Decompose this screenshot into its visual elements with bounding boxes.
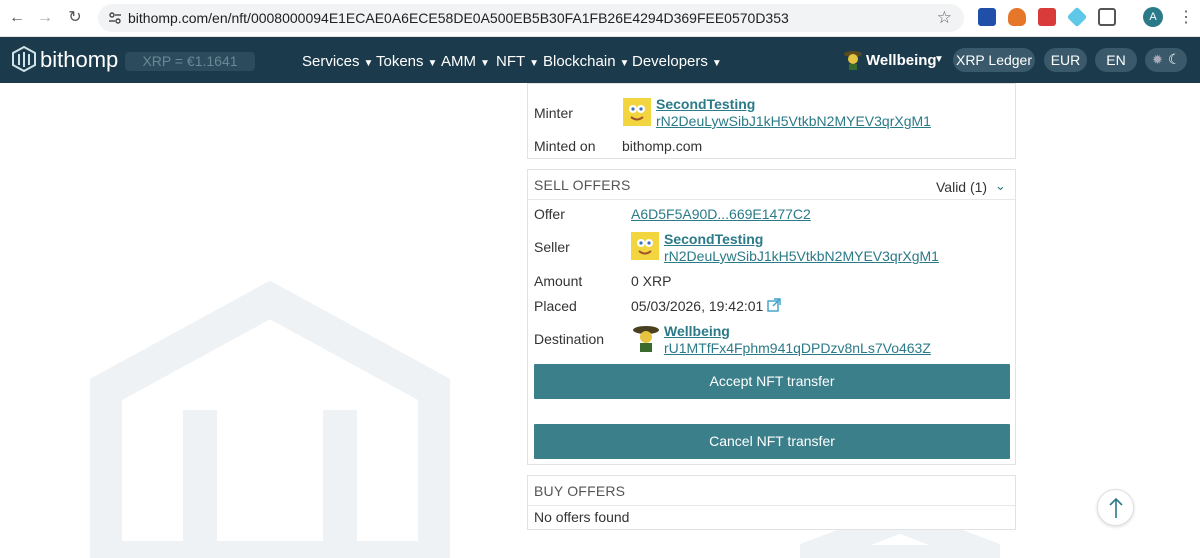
background-logo-watermark: [90, 280, 450, 558]
network-selector[interactable]: XRP Ledger: [953, 48, 1035, 72]
destination-label: Destination: [534, 331, 605, 347]
menu-label: Services: [302, 53, 360, 70]
seller-name-link[interactable]: SecondTesting: [664, 231, 763, 247]
menu-label: AMM: [441, 53, 476, 70]
extension-icon[interactable]: [1038, 8, 1056, 26]
destination-name-link[interactable]: Wellbeing: [664, 323, 730, 339]
bookmark-star-icon[interactable]: ☆: [937, 8, 952, 28]
profile-avatar[interactable]: A: [1143, 7, 1163, 27]
minter-label: Minter: [534, 105, 573, 121]
menu-tokens[interactable]: Tokens ▼: [376, 53, 437, 70]
back-icon[interactable]: ←: [8, 9, 26, 27]
external-link-icon[interactable]: [767, 298, 781, 312]
minted-on-value: bithomp.com: [622, 138, 703, 154]
reload-icon[interactable]: ↻: [66, 9, 84, 27]
offer-id-link[interactable]: A6D5F5A90D...669E1477C2: [631, 206, 811, 222]
offer-filter-label[interactable]: Valid (1): [936, 179, 987, 195]
menu-services[interactable]: Services ▼: [302, 53, 373, 70]
user-avatar: [844, 51, 862, 70]
placed-value: 05/03/2026, 19:42:01: [631, 298, 764, 314]
nft-details-card: Minter SecondTesting rN2DeuLywSibJ1kH5Vt…: [527, 83, 1016, 159]
menu-amm[interactable]: AMM ▼: [441, 53, 490, 70]
destination-avatar: [633, 326, 659, 352]
buy-offers-card: BUY OFFERS No offers found: [527, 475, 1016, 530]
sell-offers-title: SELL OFFERS: [534, 177, 631, 193]
currency-selector[interactable]: EUR: [1044, 48, 1087, 72]
minted-on-label: Minted on: [534, 138, 596, 154]
theme-toggle[interactable]: ✹ ☾: [1145, 48, 1187, 72]
sun-icon: ✹: [1152, 52, 1163, 67]
destination-address-link[interactable]: rU1MTfFx4Fphm941qDPDzv8nLs7Vo463Z: [664, 340, 931, 356]
amount-label: Amount: [534, 273, 583, 289]
cancel-nft-transfer-button[interactable]: Cancel NFT transfer: [534, 424, 1010, 459]
url-text: bithomp.com/en/nft/0008000094E1ECAE0A6EC…: [128, 10, 789, 26]
sell-offers-header: SELL OFFERS Valid (1) ⌄: [528, 170, 1015, 200]
metamask-extension-icon[interactable]: [1008, 8, 1026, 26]
forward-icon[interactable]: →: [36, 9, 54, 27]
logo-text[interactable]: bithomp: [40, 47, 118, 73]
bithomp-logo-icon[interactable]: [10, 45, 38, 73]
menu-nft[interactable]: NFT ▼: [496, 53, 539, 70]
site-settings-icon[interactable]: [108, 11, 122, 25]
no-offers-text: No offers found: [534, 509, 630, 525]
site-header: bithomp XRP = €1.1641 Services ▼ Tokens ▼ …: [0, 37, 1200, 83]
menu-label: Tokens: [376, 53, 424, 70]
menu-developers[interactable]: Developers ▼: [632, 53, 722, 70]
chevron-down-icon: ▼: [529, 58, 540, 69]
accept-nft-transfer-button[interactable]: Accept NFT transfer: [534, 364, 1010, 399]
sell-offers-card: SELL OFFERS Valid (1) ⌄ Offer A6D5F5A90D…: [527, 169, 1016, 465]
seller-address-link[interactable]: rN2DeuLywSibJ1kH5VtkbN2MYEV3qrXgM1: [664, 248, 939, 264]
chevron-down-icon[interactable]: ⌄: [995, 178, 1006, 194]
gem-extension-icon[interactable]: [1066, 6, 1088, 28]
address-bar[interactable]: bithomp.com/en/nft/0008000094E1ECAE0A6EC…: [98, 4, 964, 32]
chevron-down-icon: ▼: [934, 54, 944, 65]
chevron-down-icon: ▼: [711, 58, 722, 69]
menu-label: Developers: [632, 53, 708, 70]
menu-blockchain[interactable]: Blockchain ▼: [543, 53, 629, 70]
browser-toolbar: ← → ↻ bithomp.com/en/nft/0008000094E1ECA…: [0, 0, 1200, 37]
placed-label: Placed: [534, 298, 577, 314]
seller-label: Seller: [534, 239, 570, 255]
extensions-puzzle-icon[interactable]: [1098, 8, 1116, 26]
buy-offers-header: BUY OFFERS: [528, 476, 1015, 506]
language-selector[interactable]: EN: [1095, 48, 1137, 72]
xrp-price: XRP = €1.1641: [125, 52, 255, 71]
extension-icon[interactable]: [978, 8, 996, 26]
seller-avatar: [631, 232, 659, 260]
chevron-down-icon: ▼: [480, 58, 490, 69]
browser-menu-icon[interactable]: ⋮: [1178, 7, 1194, 27]
buy-offers-title: BUY OFFERS: [534, 483, 626, 499]
arrow-up-icon: [1109, 497, 1123, 518]
menu-label: Blockchain: [543, 53, 616, 70]
menu-label: NFT: [496, 53, 526, 70]
chevron-down-icon: ▼: [427, 58, 438, 69]
amount-value: 0 XRP: [631, 273, 672, 289]
minter-avatar: [623, 98, 651, 126]
chevron-down-icon: ▼: [619, 58, 630, 69]
scroll-to-top-button[interactable]: [1097, 489, 1134, 526]
minter-address-link[interactable]: rN2DeuLywSibJ1kH5VtkbN2MYEV3qrXgM1: [656, 113, 931, 129]
minter-name-link[interactable]: SecondTesting: [656, 96, 755, 112]
user-name: Wellbeing: [866, 52, 937, 69]
chevron-down-icon: ▼: [363, 58, 374, 69]
moon-icon: ☾: [1168, 51, 1181, 67]
offer-label: Offer: [534, 206, 565, 222]
